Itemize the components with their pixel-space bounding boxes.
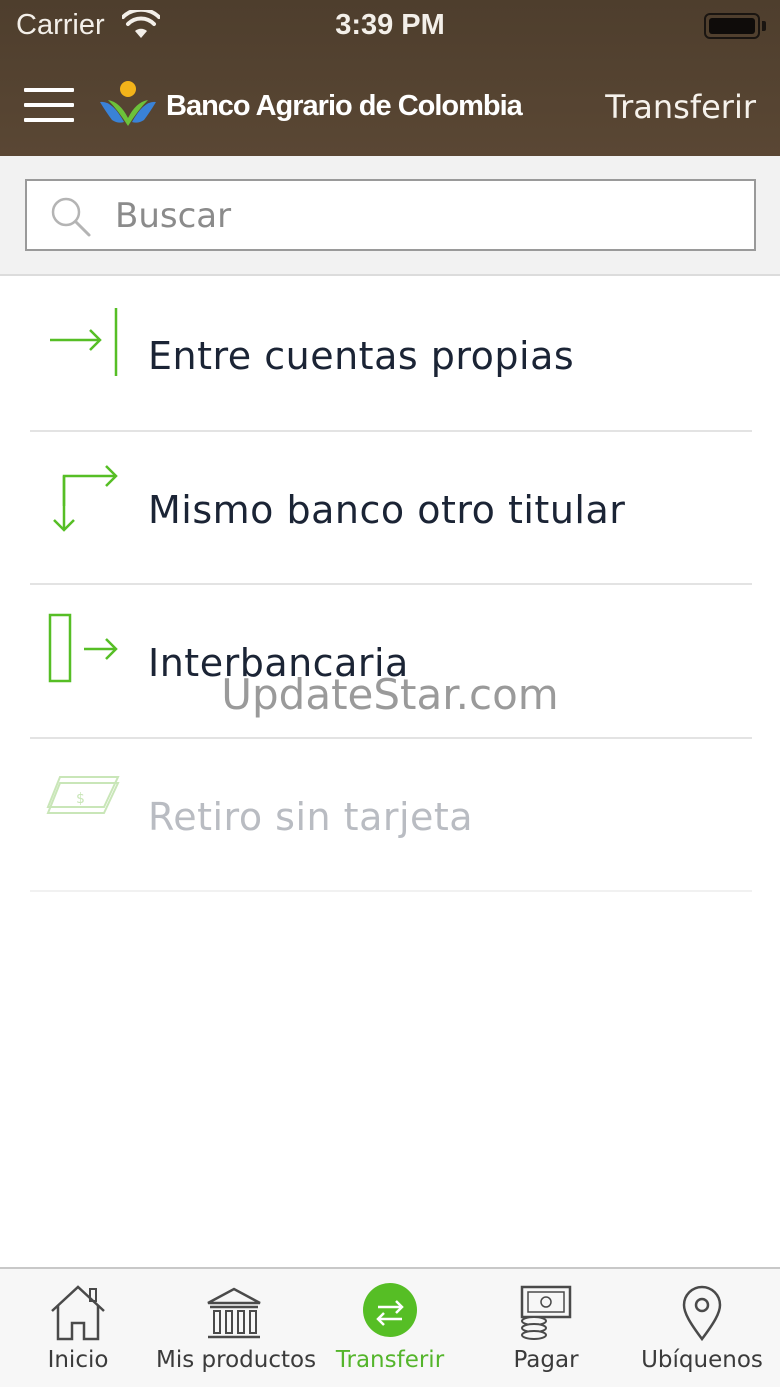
arrow-to-bar-icon	[50, 308, 118, 376]
cash-bill-icon: $	[46, 775, 120, 814]
menu-hamburger-button[interactable]	[24, 86, 74, 124]
tab-pagar[interactable]: Pagar	[468, 1269, 624, 1387]
page-title: Transferir	[605, 88, 756, 126]
search-area	[0, 156, 780, 276]
bank-building-icon	[207, 1287, 261, 1339]
status-time: 3:39 PM	[335, 9, 445, 41]
menu-item-label: Interbancaria	[148, 641, 409, 685]
transfer-options-list: Entre cuentas propias Mismo banco otro t…	[0, 278, 780, 892]
tab-inicio[interactable]: Inicio	[0, 1269, 156, 1387]
tab-label: Mis productos	[156, 1347, 317, 1373]
tab-label: Transferir	[335, 1347, 445, 1373]
tab-transferir[interactable]: Transferir	[312, 1269, 468, 1387]
tab-ubiquenos[interactable]: Ubíquenos	[624, 1269, 780, 1387]
battery-icon	[704, 13, 760, 39]
bank-out-arrow-icon	[48, 613, 118, 683]
search-icon	[51, 197, 91, 237]
svg-text:$: $	[76, 791, 85, 807]
status-bar: Carrier 3:39 PM	[0, 0, 780, 52]
menu-item-label: Entre cuentas propias	[148, 334, 575, 378]
menu-item-label: Mismo banco otro titular	[148, 487, 626, 532]
bottom-tab-bar: Inicio Mis productos Transferir Pagar Ub…	[0, 1267, 780, 1387]
transfer-arrows-icon	[376, 1300, 404, 1326]
navigation-bar: Banco Agrario de Colombia Transferir	[0, 52, 780, 156]
brand-name: Banco Agrario de Colombia	[166, 90, 523, 122]
menu-item-interbancaria[interactable]: Interbancaria	[0, 585, 780, 739]
bank-logo-icon	[100, 81, 156, 126]
tab-mis-productos[interactable]: Mis productos	[156, 1269, 317, 1387]
search-box[interactable]	[25, 179, 756, 251]
menu-item-label: Retiro sin tarjeta	[148, 794, 474, 839]
tab-label: Ubíquenos	[641, 1347, 763, 1373]
bill-coins-icon	[520, 1285, 572, 1340]
home-icon	[51, 1285, 105, 1341]
tab-label: Inicio	[47, 1347, 109, 1373]
app-header: Carrier 3:39 PM Banco Agrario de Colombi…	[0, 0, 780, 156]
search-input[interactable]	[115, 191, 735, 241]
menu-item-mismo-banco-otro-titular[interactable]: Mismo banco otro titular	[0, 432, 780, 585]
menu-item-retiro-sin-tarjeta[interactable]: $ Retiro sin tarjeta	[0, 739, 780, 892]
menu-item-entre-cuentas-propias[interactable]: Entre cuentas propias	[0, 278, 780, 432]
tab-label: Pagar	[513, 1347, 579, 1373]
list-divider	[30, 890, 752, 892]
battery-tip	[762, 21, 766, 31]
corner-arrows-icon	[53, 464, 118, 532]
location-pin-icon	[682, 1285, 722, 1342]
